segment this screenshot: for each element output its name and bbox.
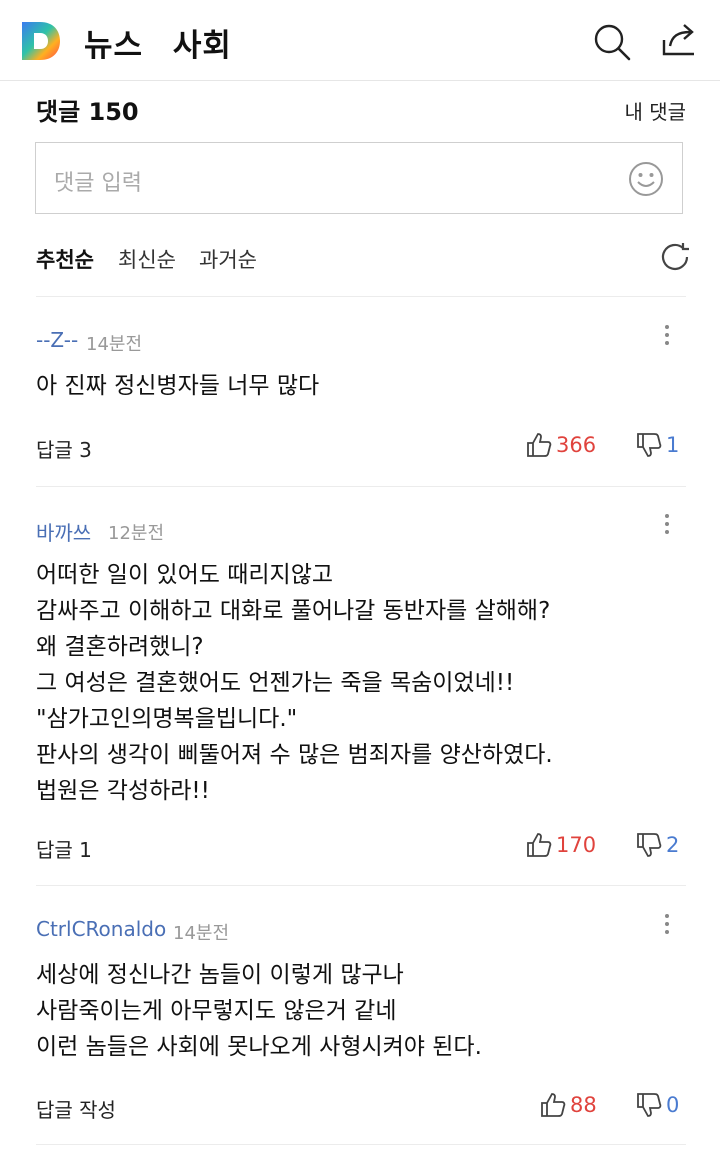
like-button[interactable]: 366: [526, 432, 596, 458]
comment-text: 세상에 정신나간 놈들이 이렇게 많구나 사람죽이는게 아무렇지도 않은거 같네…: [36, 962, 482, 1060]
my-comments-link[interactable]: 내 댓글: [624, 96, 686, 125]
emoji-icon[interactable]: [628, 161, 664, 197]
sort-recommended[interactable]: 추천순: [36, 244, 94, 274]
reply-button[interactable]: 답글 작성: [36, 1094, 116, 1123]
comment-time: 12분전: [108, 523, 165, 544]
share-icon[interactable]: [658, 20, 698, 60]
sort-bar: 추천순 최신순 과거순: [36, 240, 689, 280]
comments-header: 댓글 150 내 댓글: [36, 92, 686, 126]
comment-text: 어떠한 일이 있어도 때리지않고 감싸주고 이해하고 대화로 풀어나갈 동반자를…: [36, 562, 553, 804]
sort-oldest[interactable]: 과거순: [199, 244, 257, 274]
reply-button[interactable]: 답글 1: [36, 834, 92, 863]
comment-item: CtrlCRonaldo 14분전 세상에 정신나간 놈들이 이렇게 많구나 사…: [36, 914, 686, 1127]
comment-item: --Z-- 14분전 아 진짜 정신병자들 너무 많다 답글 3 366 1: [36, 325, 686, 468]
more-options-icon[interactable]: [660, 911, 674, 939]
more-options-icon[interactable]: [660, 511, 674, 539]
comment-input-placeholder: 댓글 입력: [54, 171, 142, 196]
divider: [36, 1144, 686, 1145]
category-label[interactable]: 사회: [173, 28, 232, 64]
dislike-count: 1: [666, 433, 680, 457]
search-icon[interactable]: [592, 22, 632, 62]
comment-count: 댓글 150: [36, 98, 139, 126]
comment-author[interactable]: --Z--: [36, 328, 78, 352]
thumbs-down-icon: [637, 833, 662, 857]
dislike-button[interactable]: 1: [636, 432, 679, 458]
like-count: 88: [570, 1093, 597, 1117]
section-label[interactable]: 뉴스: [84, 28, 143, 64]
top-bar: 뉴스 사회: [0, 0, 720, 81]
dislike-button[interactable]: 0: [636, 1092, 679, 1118]
page-title: 뉴스 사회: [84, 20, 250, 65]
comment-time: 14분전: [86, 334, 143, 355]
thumbs-down-icon: [637, 433, 662, 457]
thumbs-up-icon: [541, 1093, 566, 1117]
comment-input[interactable]: 댓글 입력: [35, 142, 683, 214]
like-count: 170: [556, 833, 597, 857]
dislike-count: 0: [666, 1093, 680, 1117]
thumbs-down-icon: [637, 1093, 662, 1117]
like-count: 366: [556, 433, 597, 457]
thumbs-up-icon: [527, 433, 552, 457]
comment-item: 바까쓰 12분전 어떠한 일이 있어도 때리지않고 감싸주고 이해하고 대화로 …: [36, 514, 686, 867]
divider: [36, 885, 686, 886]
divider: [36, 296, 686, 297]
divider: [36, 486, 686, 487]
daum-logo-icon[interactable]: [20, 20, 62, 62]
dislike-count: 2: [666, 833, 680, 857]
refresh-icon[interactable]: [658, 240, 692, 274]
thumbs-up-icon: [527, 833, 552, 857]
like-button[interactable]: 170: [526, 832, 596, 858]
comment-author[interactable]: CtrlCRonaldo: [36, 917, 166, 941]
reply-button[interactable]: 답글 3: [36, 434, 92, 463]
sort-latest[interactable]: 최신순: [118, 244, 176, 274]
comment-text: 아 진짜 정신병자들 너무 많다: [36, 373, 320, 399]
like-button[interactable]: 88: [540, 1092, 597, 1118]
comment-author[interactable]: 바까쓰: [36, 517, 91, 546]
dislike-button[interactable]: 2: [636, 832, 679, 858]
comment-time: 14분전: [173, 923, 230, 944]
more-options-icon[interactable]: [660, 322, 674, 350]
